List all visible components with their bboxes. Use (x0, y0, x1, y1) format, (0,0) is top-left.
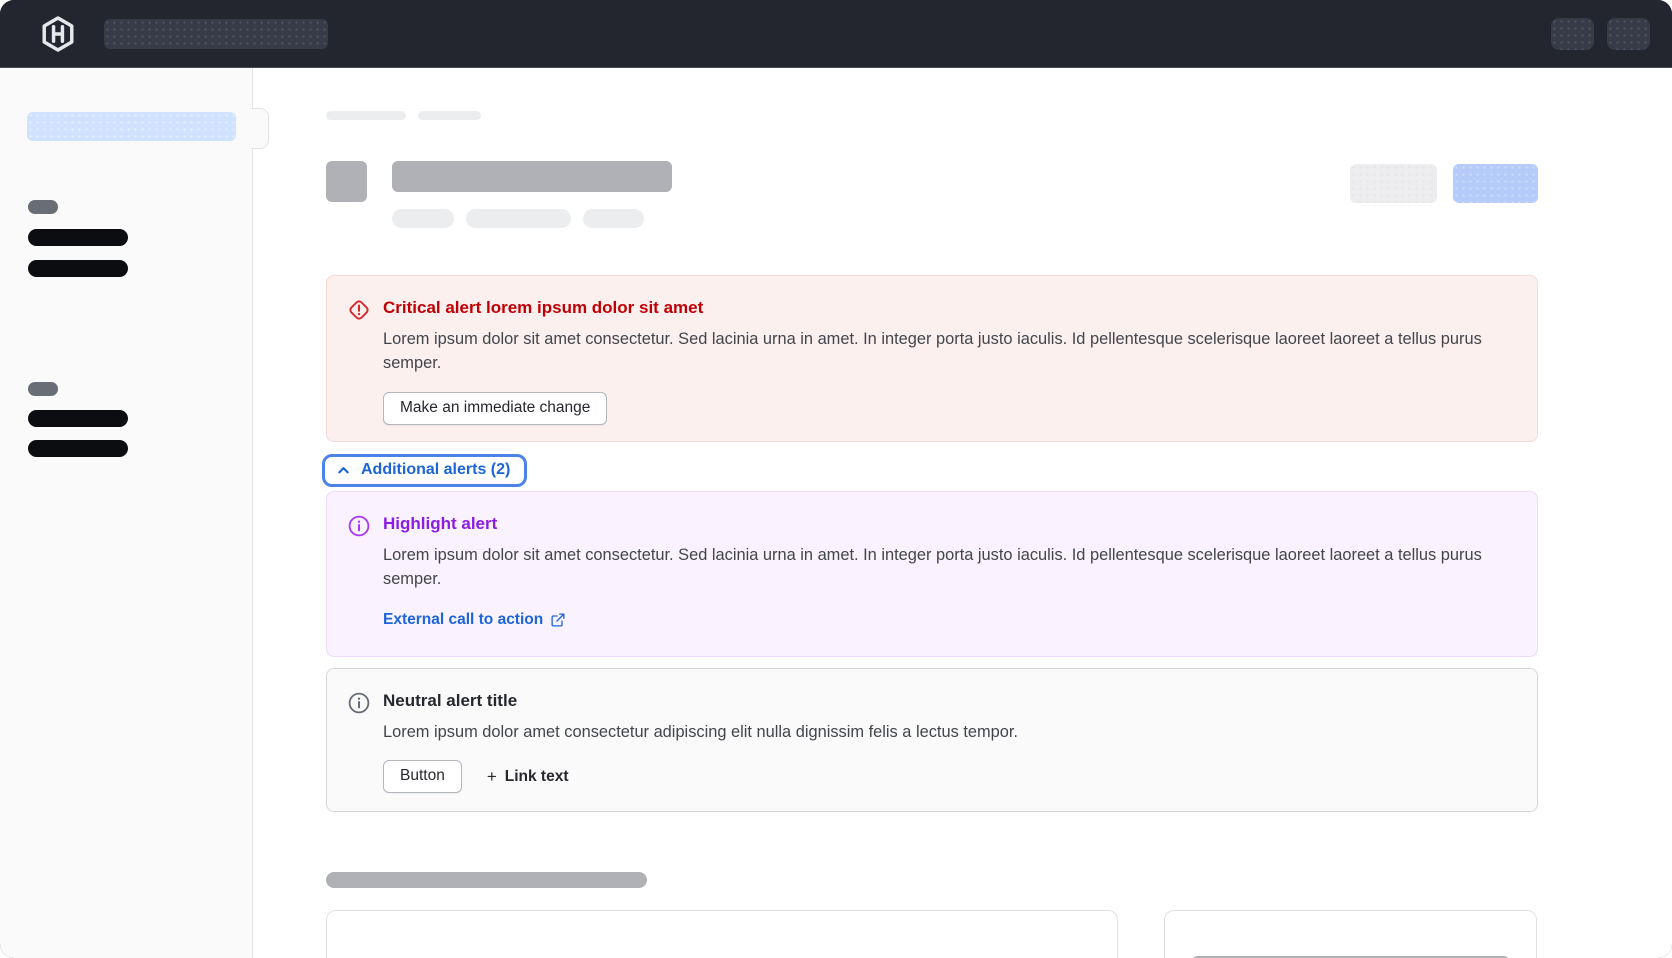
neutral-alert-title: Neutral alert title (383, 691, 1513, 711)
sidebar (0, 68, 253, 958)
sidebar-collapse-toggle[interactable] (251, 108, 269, 149)
breadcrumb-skeleton (418, 111, 481, 120)
critical-alert: Critical alert lorem ipsum dolor sit ame… (326, 275, 1538, 442)
sidebar-section-label-skeleton (28, 200, 58, 214)
badge-skeleton (466, 209, 571, 228)
highlight-alert-body: Lorem ipsum dolor sit amet consectetur. … (383, 543, 1513, 591)
critical-alert-title: Critical alert lorem ipsum dolor sit ame… (383, 298, 1513, 318)
nav-action-skeleton-2 (1607, 18, 1650, 50)
sidebar-item-skeleton (28, 260, 128, 277)
section-title-skeleton (326, 872, 647, 888)
neutral-alert-link[interactable]: + Link text (487, 768, 569, 786)
additional-alerts-toggle[interactable]: Additional alerts (2) (322, 454, 527, 487)
secondary-button-skeleton[interactable] (1350, 164, 1437, 203)
cards-row (326, 910, 1538, 958)
sidebar-item-skeleton (28, 229, 128, 246)
primary-button-skeleton[interactable] (1453, 164, 1538, 203)
plus-icon: + (487, 768, 497, 785)
highlight-alert-title: Highlight alert (383, 514, 1513, 534)
neutral-link-label: Link text (505, 768, 569, 786)
additional-alerts-label: Additional alerts (2) (361, 461, 510, 479)
external-link-icon (550, 612, 566, 628)
card-skeleton-right (1164, 910, 1537, 958)
breadcrumb-skeleton (326, 111, 406, 120)
nav-search-skeleton (104, 19, 328, 49)
breadcrumb (326, 111, 1538, 120)
top-nav (0, 0, 1672, 68)
page-icon-skeleton (326, 161, 367, 202)
sidebar-item-skeleton (28, 440, 128, 457)
external-link-label: External call to action (383, 611, 543, 629)
card-skeleton-left (326, 910, 1118, 958)
page-header (326, 161, 1538, 228)
sidebar-active-item-skeleton (27, 112, 236, 141)
critical-alert-body: Lorem ipsum dolor sit amet consectetur. … (383, 327, 1513, 375)
badge-skeleton (392, 209, 454, 228)
alert-diamond-icon (347, 297, 371, 425)
app-window: Critical alert lorem ipsum dolor sit ame… (0, 0, 1672, 958)
neutral-alert-button[interactable]: Button (383, 760, 462, 793)
main-content: Critical alert lorem ipsum dolor sit ame… (253, 68, 1672, 958)
critical-alert-action-button[interactable]: Make an immediate change (383, 392, 607, 425)
info-circle-icon (347, 690, 371, 793)
page-title-skeleton (392, 161, 672, 192)
external-call-to-action-link[interactable]: External call to action (383, 611, 566, 629)
neutral-alert: Neutral alert title Lorem ipsum dolor am… (326, 668, 1538, 812)
neutral-alert-body: Lorem ipsum dolor amet consectetur adipi… (383, 720, 1513, 744)
sidebar-item-skeleton (28, 410, 128, 427)
nav-action-skeleton-1 (1551, 18, 1594, 50)
info-circle-icon (347, 513, 371, 632)
hashicorp-logo-icon (39, 15, 77, 53)
sidebar-section-label-skeleton (28, 382, 58, 396)
chevron-up-icon (336, 463, 351, 478)
badge-skeleton (583, 209, 644, 228)
highlight-alert: Highlight alert Lorem ipsum dolor sit am… (326, 491, 1538, 657)
